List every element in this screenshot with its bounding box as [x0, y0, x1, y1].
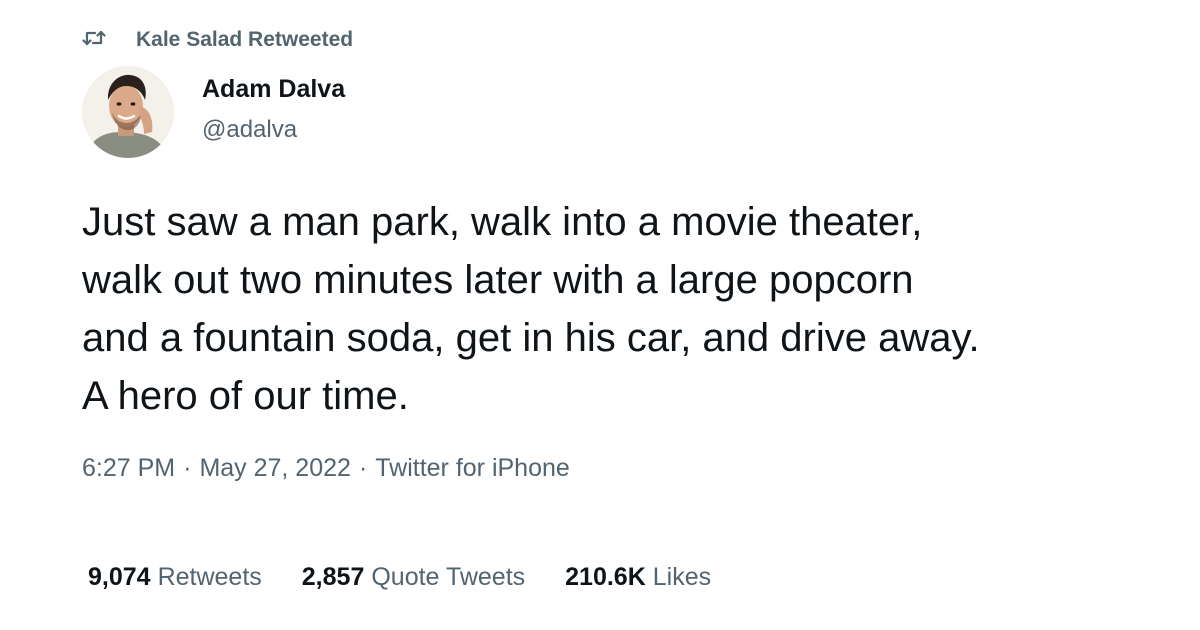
meta-separator: ·: [358, 454, 368, 482]
author-display-name[interactable]: Adam Dalva: [202, 75, 345, 104]
social-context[interactable]: Kale Salad Retweeted: [82, 26, 353, 54]
tweet-date[interactable]: May 27, 2022: [199, 454, 351, 483]
profile-photo: [82, 66, 174, 158]
retweet-icon: [82, 28, 136, 53]
author-handle[interactable]: @adalva: [202, 116, 297, 144]
tweet-metadata: 6:27 PM · May 27, 2022 · Twitter for iPh…: [82, 454, 570, 483]
retweets-stat[interactable]: 9,074 Retweets: [88, 563, 262, 592]
tweet-stats: 9,074 Retweets 2,857 Quote Tweets 210.6K Li…: [88, 563, 751, 592]
tweet-source: Twitter for iPhone: [375, 454, 570, 482]
avatar[interactable]: [82, 66, 174, 158]
meta-separator: ·: [183, 454, 192, 482]
tweet-time[interactable]: 6:27 PM: [82, 454, 175, 483]
quote-tweets-stat[interactable]: 2,857 Quote Tweets: [302, 563, 525, 592]
likes-count: 210.6K: [565, 563, 646, 591]
quote-tweets-count: 2,857: [301, 563, 365, 591]
retweets-label: Retweets: [157, 563, 262, 591]
tweet-text: Just saw a man park, walk into a movie t…: [82, 200, 980, 418]
retweeted-by-label: Kale Salad Retweeted: [136, 28, 354, 51]
retweets-count: 9,074: [88, 563, 151, 591]
quote-tweets-label: Quote Tweets: [371, 563, 526, 591]
likes-label: Likes: [652, 563, 712, 591]
tweet-card: Kale Salad Retweeted Adam Dalva @adalva …: [0, 0, 1200, 630]
likes-stat[interactable]: 210.6K Likes: [565, 563, 711, 592]
